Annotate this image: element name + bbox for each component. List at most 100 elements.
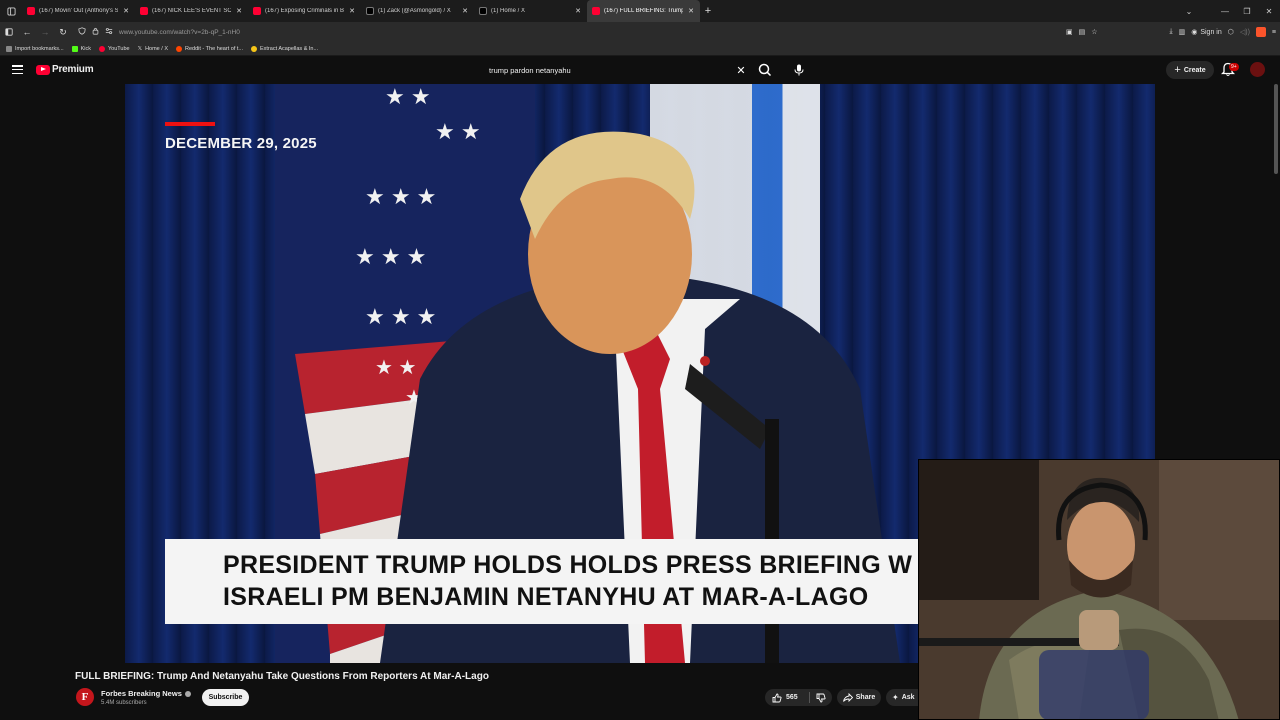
date-accent-bar xyxy=(165,122,215,126)
close-tab-icon[interactable]: ✕ xyxy=(348,7,356,15)
tab-title: (167) NICK LEE'S EVENT SOON xyxy=(152,8,231,14)
clear-search-icon[interactable]: ✕ xyxy=(731,64,751,77)
browser-tab-active[interactable]: (167) FULL BRIEFING: Trump An ✕ xyxy=(587,0,700,22)
forward-icon[interactable]: → xyxy=(36,22,54,42)
nav-right-tools: ▣ ▤ ☆ ⤓ ▥ ◉ Sign in ⬡ ◁)) ≡ xyxy=(1066,22,1276,42)
youtube-favicon-icon xyxy=(592,7,600,15)
close-tab-icon[interactable]: ✕ xyxy=(461,7,469,15)
bookmark-label: YouTube xyxy=(108,45,130,52)
svg-text:★ ★: ★ ★ xyxy=(385,84,431,109)
sign-in-label: Sign in xyxy=(1200,28,1222,36)
guide-menu-icon[interactable] xyxy=(12,65,23,74)
youtube-favicon-icon xyxy=(27,7,35,15)
brave-rewards-icon[interactable] xyxy=(1255,27,1266,37)
tune-icon[interactable] xyxy=(105,27,113,37)
close-tab-icon[interactable]: ✕ xyxy=(574,7,582,15)
like-button[interactable]: 565 xyxy=(765,693,809,703)
browser-tab[interactable]: (1) Home / X ✕ xyxy=(474,0,587,22)
shield-icon[interactable] xyxy=(78,27,86,37)
lower-third-line2: ISRAELI PM BENJAMIN NETANYHU AT MAR-A-LA… xyxy=(223,583,869,611)
like-count: 565 xyxy=(786,694,798,701)
profile-icon: ◉ xyxy=(1191,29,1198,36)
browser-tab[interactable]: (167) NICK LEE'S EVENT SOON ✕ xyxy=(135,0,248,22)
tab-title: (167) Exposing Criminals in Ber xyxy=(265,8,344,14)
voice-search-button[interactable] xyxy=(790,61,808,79)
bookmark-star-icon[interactable]: ☆ xyxy=(1091,28,1097,36)
import-icon xyxy=(6,45,12,52)
download-icon[interactable]: ⤓ xyxy=(1169,28,1172,36)
sidebar-toggle-icon[interactable] xyxy=(0,22,18,42)
channel-avatar[interactable]: F xyxy=(76,688,94,706)
channel-name[interactable]: Forbes Breaking News xyxy=(101,689,182,698)
browser-tab[interactable]: (167) Movin' Out (Anthony's So ✕ xyxy=(22,0,135,22)
dislike-button[interactable] xyxy=(810,693,832,703)
youtube-premium-logo[interactable]: Premium xyxy=(36,64,94,75)
x-favicon-icon xyxy=(479,7,487,15)
webcam-overlay xyxy=(918,459,1280,720)
close-tab-icon[interactable]: ✕ xyxy=(235,7,243,15)
search-input[interactable]: trump pardon netanyahu xyxy=(481,66,731,75)
reader-mode-icon[interactable]: ▤ xyxy=(1079,28,1086,36)
bookmark-acapellas[interactable]: Extract Acapellas & In... xyxy=(250,45,319,52)
back-icon[interactable]: ← xyxy=(18,22,36,42)
tab-menu-icon[interactable] xyxy=(0,0,22,22)
bookmark-label: Reddit - The heart of t... xyxy=(185,45,243,52)
picture-in-picture-icon[interactable]: ▣ xyxy=(1066,28,1073,36)
create-button[interactable]: + Create xyxy=(1166,61,1214,79)
window-controls: ⌄ — ❐ ✕ xyxy=(1178,0,1280,22)
split-view-icon[interactable]: ▥ xyxy=(1179,28,1186,36)
address-bar[interactable]: www.youtube.com/watch?v=2b-qP_1-nH0 xyxy=(78,25,1078,39)
youtube-favicon-icon xyxy=(253,7,261,15)
tab-title: (167) Movin' Out (Anthony's So xyxy=(39,8,118,14)
webcam-image xyxy=(919,460,1279,719)
x-logo-icon: 𝕏 xyxy=(137,45,143,52)
lower-third-line1: PRESIDENT TRUMP HOLDS HOLDS PRESS BRIEFI… xyxy=(223,551,913,579)
verified-badge-icon xyxy=(184,690,191,697)
close-tab-icon[interactable]: ✕ xyxy=(687,7,695,15)
account-avatar[interactable] xyxy=(1250,62,1265,77)
share-button[interactable]: Share xyxy=(837,689,881,706)
bookmark-x-home[interactable]: 𝕏 Home / X xyxy=(138,46,168,52)
youtube-play-icon xyxy=(36,64,50,75)
speaker-icon[interactable]: ◁)) xyxy=(1240,28,1250,36)
ask-button[interactable]: ✦ Ask xyxy=(886,689,918,706)
video-title: FULL BRIEFING: Trump And Netanyahu Take … xyxy=(75,671,489,682)
subscribe-button[interactable]: Subscribe xyxy=(202,689,249,706)
minimize-icon[interactable]: — xyxy=(1214,7,1236,16)
extensions-icon[interactable]: ⬡ xyxy=(1228,28,1234,36)
menu-icon[interactable]: ≡ xyxy=(1272,29,1276,36)
new-tab-button[interactable]: + xyxy=(700,5,716,17)
close-tab-icon[interactable]: ✕ xyxy=(122,7,130,15)
channel-name-link[interactable]: Forbes Breaking News xyxy=(101,689,191,698)
reload-icon[interactable]: ↻ xyxy=(54,22,72,42)
bookmark-label: Kick xyxy=(80,45,91,52)
microphone-icon xyxy=(794,64,804,76)
sign-in-button[interactable]: ◉ Sign in xyxy=(1191,28,1222,37)
browser-tab-bar: (167) Movin' Out (Anthony's So ✕ (167) NI… xyxy=(0,0,1280,22)
bookmark-reddit[interactable]: Reddit - The heart of t... xyxy=(176,45,243,52)
bookmark-kick[interactable]: Kick xyxy=(71,45,91,52)
browser-tab[interactable]: (1) Zack (@Asmongold) / X ✕ xyxy=(361,0,474,22)
bookmark-youtube[interactable]: YouTube xyxy=(99,45,130,52)
reddit-icon xyxy=(176,45,182,52)
page-scrollbar[interactable] xyxy=(1274,84,1278,174)
tab-title: (1) Home / X xyxy=(491,8,526,14)
youtube-favicon-icon xyxy=(140,7,148,15)
close-window-icon[interactable]: ✕ xyxy=(1258,7,1280,16)
search-button[interactable] xyxy=(757,62,773,78)
bookmark-import[interactable]: Import bookmarks... xyxy=(6,45,64,52)
search-box[interactable]: trump pardon netanyahu ✕ xyxy=(481,62,751,78)
notification-badge: 9+ xyxy=(1229,63,1239,71)
lock-icon[interactable] xyxy=(92,27,99,37)
maximize-icon[interactable]: ❐ xyxy=(1236,7,1258,16)
create-label: Create xyxy=(1183,66,1206,74)
tab-search-icon[interactable]: ⌄ xyxy=(1178,7,1200,16)
acapella-icon xyxy=(250,45,257,52)
browser-tab[interactable]: (167) Exposing Criminals in Ber ✕ xyxy=(248,0,361,22)
plus-icon: + xyxy=(1174,63,1181,76)
bookmark-label: Extract Acapellas & In... xyxy=(259,45,319,52)
logo-text: Premium xyxy=(52,64,94,75)
overlay-date: DECEMBER 29, 2025 xyxy=(165,135,317,152)
bookmark-label: Import bookmarks... xyxy=(15,45,64,52)
url-text[interactable]: www.youtube.com/watch?v=2b-qP_1-nH0 xyxy=(119,29,240,36)
